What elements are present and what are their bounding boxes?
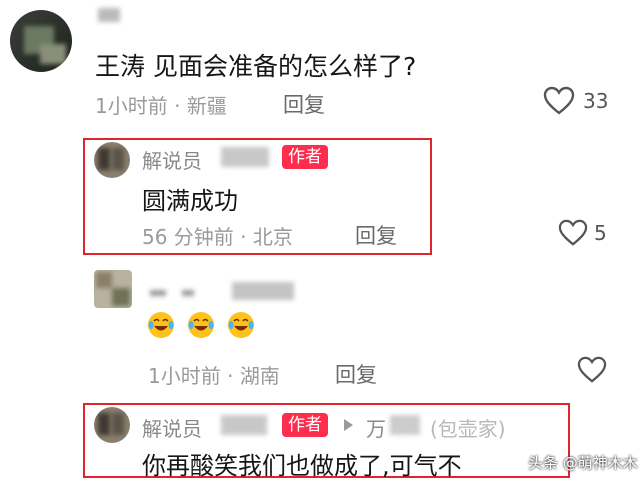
- separator: ·: [227, 364, 234, 388]
- timestamp: 1小时前: [148, 364, 221, 388]
- comment-text: 王涛 见面会准备的怎么样了?: [95, 52, 417, 81]
- laughing-crying-emoji-icon: [188, 312, 214, 338]
- author-badge: 作者: [282, 413, 328, 437]
- avatar[interactable]: [94, 270, 132, 308]
- name-redacted: [221, 147, 269, 167]
- reply-to-redacted: [390, 415, 420, 435]
- heart-outline-icon: [543, 86, 575, 115]
- username-redacted: [232, 282, 294, 300]
- like-button[interactable]: 33: [543, 86, 625, 118]
- timestamp: 56 分钟前: [142, 225, 234, 249]
- comment-meta: 56 分钟前 · 北京: [142, 221, 293, 250]
- comment-text: 你再酸笑我们也做成了,可气不: [142, 452, 462, 480]
- author-badge: 作者: [282, 145, 328, 169]
- username-redacted: [150, 290, 166, 296]
- comment-meta: 1小时前 · 新疆: [95, 90, 227, 119]
- like-button[interactable]: 5: [558, 219, 618, 249]
- comment-text: 圆满成功: [142, 187, 238, 215]
- reply-button[interactable]: 回复: [335, 359, 377, 389]
- avatar[interactable]: [94, 142, 130, 178]
- location: 新疆: [186, 94, 227, 118]
- reply-to-suffix: (包壶家): [430, 417, 506, 441]
- username-redacted: [182, 290, 194, 296]
- author-name: 解说员: [142, 417, 202, 441]
- name-redacted: [221, 415, 267, 435]
- laughing-crying-emoji-icon: [148, 312, 174, 338]
- avatar[interactable]: [10, 10, 72, 72]
- like-button[interactable]: [577, 356, 609, 386]
- comment-meta: 1小时前 · 湖南: [148, 360, 280, 389]
- like-count: 33: [583, 89, 609, 113]
- separator: ·: [240, 225, 247, 249]
- laughing-crying-emoji-icon: [228, 312, 254, 338]
- emoji-row: [148, 312, 258, 342]
- heart-outline-icon: [558, 219, 588, 246]
- watermark: 头条 @萌神木木: [528, 454, 638, 472]
- reply-button[interactable]: 回复: [283, 89, 325, 119]
- username-redacted: [98, 8, 120, 22]
- timestamp: 1小时前: [95, 94, 168, 118]
- heart-outline-icon: [577, 356, 607, 383]
- avatar[interactable]: [94, 407, 130, 443]
- reply-to-prefix: 万: [366, 417, 386, 441]
- separator: ·: [174, 94, 181, 118]
- location: 湖南: [239, 364, 280, 388]
- like-count: 5: [594, 221, 607, 245]
- triangle-right-icon: [344, 419, 353, 431]
- reply-button[interactable]: 回复: [355, 220, 397, 250]
- location: 北京: [252, 225, 293, 249]
- author-name: 解说员: [142, 149, 202, 173]
